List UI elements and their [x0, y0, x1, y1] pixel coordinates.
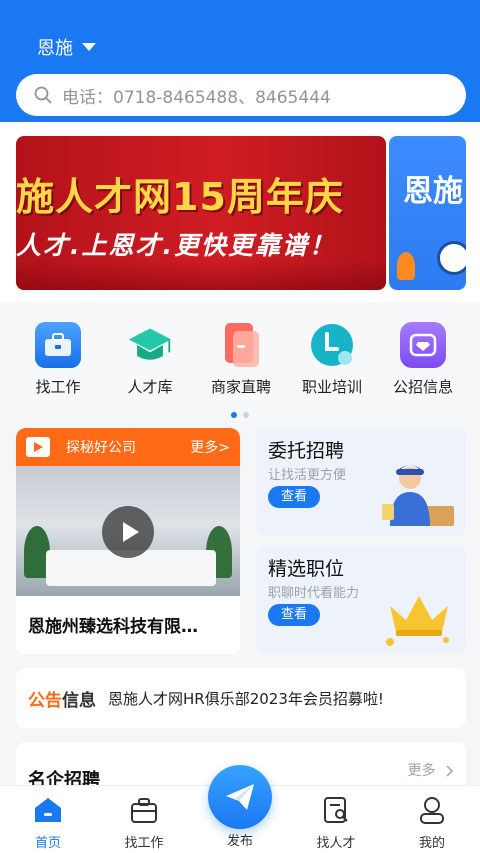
pager-dot	[243, 412, 249, 418]
publish-button[interactable]	[208, 765, 272, 829]
video-card-header: 探秘好公司 更多>	[16, 428, 240, 466]
announcement-tag-part1: 公告	[28, 690, 62, 711]
announcement-bar[interactable]: 公告信息 恩施人才网HR俱乐部2023年会员招募啦!	[16, 668, 466, 728]
chevron-down-icon	[82, 43, 96, 51]
user-icon	[420, 797, 444, 824]
promo-card-selected-jobs[interactable]: 精选职位 职聊时代看能力 查看	[256, 546, 466, 654]
more-label: 更多	[407, 763, 436, 779]
banner-title: 施人才网15周年庆	[16, 175, 344, 219]
quick-link-label: 找工作	[35, 378, 81, 396]
home-icon	[35, 798, 61, 822]
tab-find-job[interactable]: 找工作	[104, 796, 184, 851]
publish-label: 发布	[226, 834, 253, 849]
clock-icon	[437, 241, 466, 275]
city-selector[interactable]: 恩施	[37, 34, 96, 60]
search-placeholder: 电话：0718-8465488、8465444	[62, 87, 331, 108]
play-icon[interactable]	[102, 506, 154, 558]
quick-link-merchant-hiring[interactable]: 商家直聘	[201, 322, 281, 397]
banner-carousel: 施人才网15周年庆 人才.上恩才.更快更靠谱！ 恩施	[0, 122, 480, 302]
quick-link-find-job[interactable]: 找工作	[18, 322, 98, 397]
tab-label: 找工作	[124, 836, 164, 851]
pager-dot-active	[231, 412, 237, 418]
video-caption: 恩施州臻选科技有限…	[28, 617, 198, 637]
video-card-title: 探秘好公司	[66, 440, 136, 456]
app-header: 恩施 电话：0718-8465488、8465444	[0, 0, 480, 122]
video-more-link[interactable]: 更多>	[190, 437, 230, 457]
quick-link-label: 人才库	[127, 378, 173, 396]
view-button[interactable]: 查看	[268, 604, 320, 626]
tab-label: 我的	[418, 836, 445, 851]
banner-subtitle: 人才.上恩才.更快更靠谱！	[16, 231, 336, 260]
announcement-tag-part2: 信息	[62, 690, 96, 711]
quick-link-talent-pool[interactable]: 人才库	[110, 322, 190, 397]
pager-dots	[231, 412, 249, 418]
promo-title: 委托招聘	[268, 440, 345, 462]
crown-icon	[386, 596, 449, 646]
video-icon	[26, 437, 50, 457]
diamond-envelope-icon	[400, 322, 446, 368]
tab-home[interactable]: 首页	[8, 796, 88, 851]
tree-illustration	[397, 252, 415, 280]
banner-slide-next[interactable]: 恩施	[389, 136, 466, 290]
quick-link-public-recruitment[interactable]: 公招信息	[383, 322, 463, 397]
quick-link-training[interactable]: 职业培训	[292, 322, 372, 397]
graduation-cap-icon	[127, 322, 173, 368]
tab-mine[interactable]: 我的	[392, 796, 472, 851]
search-bar[interactable]: 电话：0718-8465488、8465444	[16, 74, 466, 116]
banner-side-title: 恩施	[403, 174, 463, 209]
tab-label: 找人才	[316, 836, 356, 851]
promo-title: 精选职位	[268, 558, 345, 580]
tab-find-talent[interactable]: 找人才	[296, 796, 376, 851]
promo-card-entrust-recruit[interactable]: 委托招聘 让找活更方便 查看	[256, 428, 466, 536]
company-video-card[interactable]: 探秘好公司 更多> 恩施州臻选科技有限…	[16, 428, 240, 654]
video-thumbnail[interactable]	[16, 466, 240, 596]
promo-subtitle: 让找活更方便	[268, 468, 347, 483]
quick-link-label: 公招信息	[392, 378, 453, 396]
worker-illustration	[382, 465, 454, 526]
briefcase-icon	[35, 322, 81, 368]
search-resume-icon	[324, 797, 348, 823]
promo-subtitle: 职聊时代看能力	[268, 586, 360, 601]
training-clock-icon	[309, 322, 355, 368]
phone-card-icon	[218, 322, 264, 368]
skyline-decoration	[16, 260, 386, 290]
banner-slide-anniversary[interactable]: 施人才网15周年庆 人才.上恩才.更快更靠谱！	[16, 136, 386, 290]
announcement-tag: 公告信息	[28, 686, 96, 711]
city-label: 恩施	[37, 38, 73, 59]
quick-links: 找工作 人才库 商家直聘 职业培训 公招信息	[0, 302, 480, 422]
tab-label: 首页	[34, 836, 61, 851]
announcement-text[interactable]: 恩施人才网HR俱乐部2023年会员招募啦!	[108, 688, 384, 709]
paper-plane-icon	[226, 784, 254, 810]
view-button[interactable]: 查看	[268, 486, 320, 508]
chevron-right-icon	[446, 765, 454, 777]
quick-link-label: 商家直聘	[210, 378, 271, 396]
quick-link-label: 职业培训	[301, 378, 362, 396]
briefcase-icon	[131, 798, 157, 823]
famous-more-link[interactable]: 更多	[408, 760, 454, 780]
search-icon	[34, 86, 52, 104]
